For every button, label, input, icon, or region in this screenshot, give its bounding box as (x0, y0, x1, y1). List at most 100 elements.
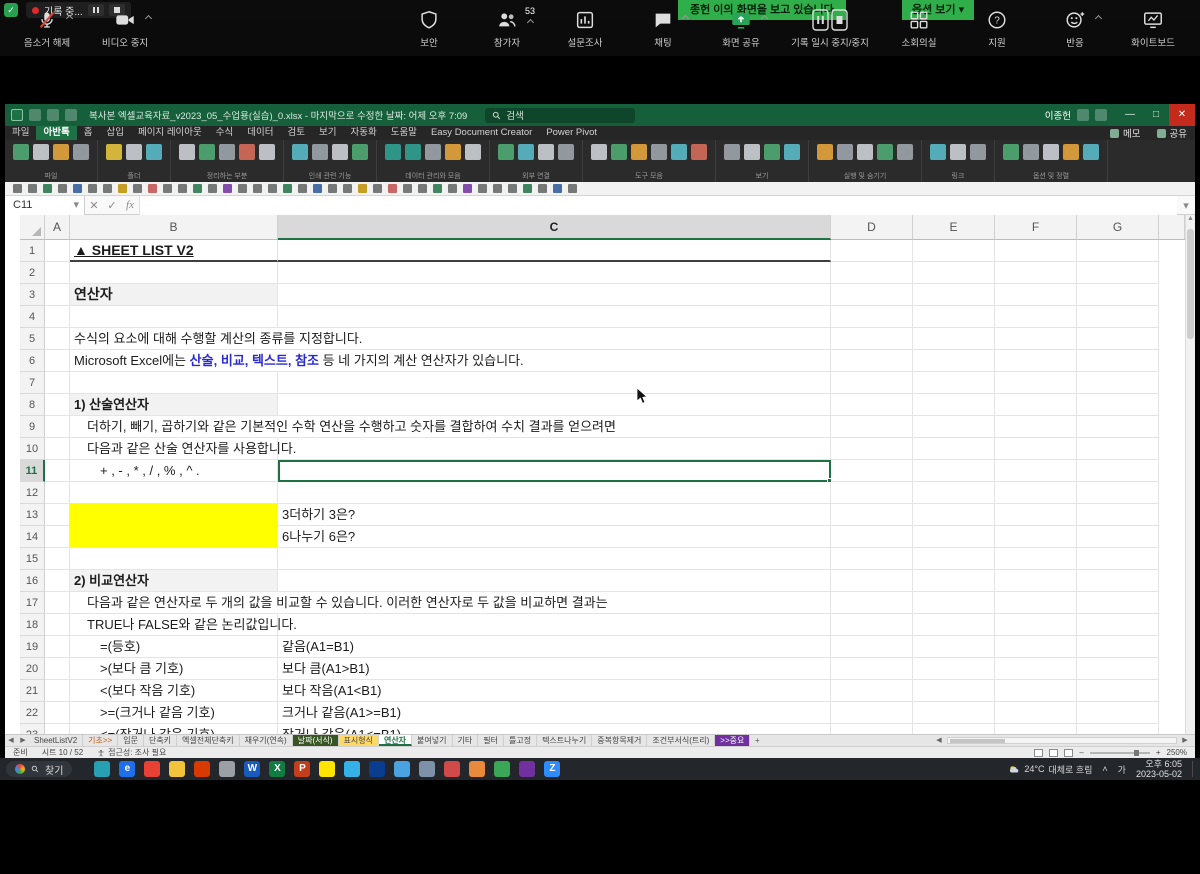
qat-command-icon[interactable] (28, 184, 37, 193)
cell-B21[interactable]: <(보다 작음 기호) (70, 680, 278, 702)
taskbar-icon-word[interactable]: W (244, 761, 260, 777)
qat-command-icon[interactable] (223, 184, 232, 193)
sheet-tab-붙여넣기[interactable]: 붙여넣기 (412, 735, 452, 746)
ribbon-button-icon[interactable] (445, 144, 461, 160)
mic-options-chevron-icon[interactable] (66, 14, 73, 21)
cell-B14[interactable] (70, 526, 278, 548)
taskbar-icon-settings[interactable] (219, 761, 235, 777)
ribbon-button-icon[interactable] (518, 144, 534, 160)
cell-G6[interactable] (1077, 350, 1159, 372)
cell-D8[interactable] (831, 394, 913, 416)
ribbon-button-icon[interactable] (73, 144, 89, 160)
cell-G19[interactable] (1077, 636, 1159, 658)
ribbon-button-icon[interactable] (611, 144, 627, 160)
qat-command-icon[interactable] (523, 184, 532, 193)
zoom-slider[interactable] (1090, 752, 1150, 754)
row-header-13[interactable]: 13 (20, 504, 45, 526)
qat-command-icon[interactable] (58, 184, 67, 193)
row-header-22[interactable]: 22 (20, 702, 45, 724)
cell-B13[interactable] (70, 504, 278, 526)
sheet-tab-조건부서식(트리)[interactable]: 조건부서식(트리) (647, 735, 715, 746)
row-header-7[interactable]: 7 (20, 372, 45, 394)
cell-G7[interactable] (1077, 372, 1159, 394)
cell-B6[interactable]: Microsoft Excel에는 산술, 비교, 텍스트, 참조 등 네 가지… (70, 350, 278, 372)
accessibility-status[interactable]: 접근성: 조사 필요 (108, 747, 166, 758)
cell-E19[interactable] (913, 636, 995, 658)
cell-G9[interactable] (1077, 416, 1159, 438)
excel-search-box[interactable]: 검색 (485, 108, 635, 123)
qat-command-icon[interactable] (73, 184, 82, 193)
qat-command-icon[interactable] (418, 184, 427, 193)
support-button[interactable]: ? 지원 (958, 8, 1036, 49)
row-header-14[interactable]: 14 (20, 526, 45, 548)
vertical-scrollbar[interactable]: ▲ (1185, 215, 1195, 734)
cell-C19[interactable]: 같음(A1=B1) (278, 636, 831, 658)
tray-expand-icon[interactable]: ˄ (1102, 764, 1107, 774)
reactions-chevron-icon[interactable] (1095, 14, 1102, 21)
column-header-D[interactable]: D (831, 215, 913, 240)
row-header-11[interactable]: 11 (20, 460, 45, 482)
row-header-12[interactable]: 12 (20, 482, 45, 504)
row-header-10[interactable]: 10 (20, 438, 45, 460)
row-header-21[interactable]: 21 (20, 680, 45, 702)
cell-A15[interactable] (45, 548, 70, 570)
qat-command-icon[interactable] (448, 184, 457, 193)
chat-button[interactable]: 채팅 (624, 8, 702, 49)
ribbon-tab-도움말[interactable]: 도움말 (384, 126, 424, 140)
cell-G21[interactable] (1077, 680, 1159, 702)
cell-E18[interactable] (913, 614, 995, 636)
qat-command-icon[interactable] (388, 184, 397, 193)
row-header-16[interactable]: 16 (20, 570, 45, 592)
horizontal-scroll-thumb[interactable] (950, 739, 1005, 743)
insert-function-icon[interactable]: fx (121, 199, 139, 211)
cell-E20[interactable] (913, 658, 995, 680)
cell-A6[interactable] (45, 350, 70, 372)
cell-E2[interactable] (913, 262, 995, 284)
cell-E9[interactable] (913, 416, 995, 438)
cell-C20[interactable]: 보다 큼(A1>B1) (278, 658, 831, 680)
cell-E12[interactable] (913, 482, 995, 504)
qat-command-icon[interactable] (568, 184, 577, 193)
row-header-17[interactable]: 17 (20, 592, 45, 614)
cell-C4[interactable] (278, 306, 831, 328)
qat-command-icon[interactable] (283, 184, 292, 193)
cell-G12[interactable] (1077, 482, 1159, 504)
cell-A3[interactable] (45, 284, 70, 306)
cell-B20[interactable]: >(보다 큼 기호) (70, 658, 278, 680)
cancel-entry-icon[interactable]: ✕ (85, 199, 103, 212)
row-header-6[interactable]: 6 (20, 350, 45, 372)
qat-command-icon[interactable] (163, 184, 172, 193)
weather-widget[interactable]: 24°C대체로 흐림 (1008, 763, 1092, 776)
cell-G3[interactable] (1077, 284, 1159, 306)
ribbon-tab-수식[interactable]: 수식 (209, 126, 240, 140)
ribbon-button-icon[interactable] (199, 144, 215, 160)
cell-A5[interactable] (45, 328, 70, 350)
cell-D20[interactable] (831, 658, 913, 680)
cell-F16[interactable] (995, 570, 1077, 592)
ribbon-button-icon[interactable] (950, 144, 966, 160)
cell-B16[interactable]: 2) 비교연산자 (70, 570, 278, 592)
taskbar-icon-chrome[interactable] (144, 761, 160, 777)
cell-F8[interactable] (995, 394, 1077, 416)
row-header-9[interactable]: 9 (20, 416, 45, 438)
cell-F19[interactable] (995, 636, 1077, 658)
cell-E15[interactable] (913, 548, 995, 570)
cell-F14[interactable] (995, 526, 1077, 548)
qat-command-icon[interactable] (538, 184, 547, 193)
cell-B9[interactable]: 더하기, 빼기, 곱하기와 같은 기본적인 수학 연산을 수행하고 숫자를 결합… (70, 416, 278, 438)
cell-B17[interactable]: 다음과 같은 연산자로 두 개의 값을 비교할 수 있습니다. 이러한 연산자로… (70, 592, 278, 614)
row-header-20[interactable]: 20 (20, 658, 45, 680)
ribbon-button-icon[interactable] (312, 144, 328, 160)
cell-B23[interactable]: <=(작거나 같음 기호) (70, 724, 278, 734)
cell-C2[interactable] (278, 262, 831, 284)
ribbon-tab-홈[interactable]: 홈 (77, 126, 100, 140)
taskbar-icon-explorer[interactable] (394, 761, 410, 777)
cell-A8[interactable] (45, 394, 70, 416)
cell-C14[interactable]: 6나누기 6은? (278, 526, 831, 548)
share-button[interactable]: 공유 (1149, 126, 1195, 140)
cell-F10[interactable] (995, 438, 1077, 460)
cell-C3[interactable] (278, 284, 831, 306)
ribbon-button-icon[interactable] (106, 144, 122, 160)
taskbar-icon-powerpoint[interactable]: P (294, 761, 310, 777)
qat-command-icon[interactable] (313, 184, 322, 193)
